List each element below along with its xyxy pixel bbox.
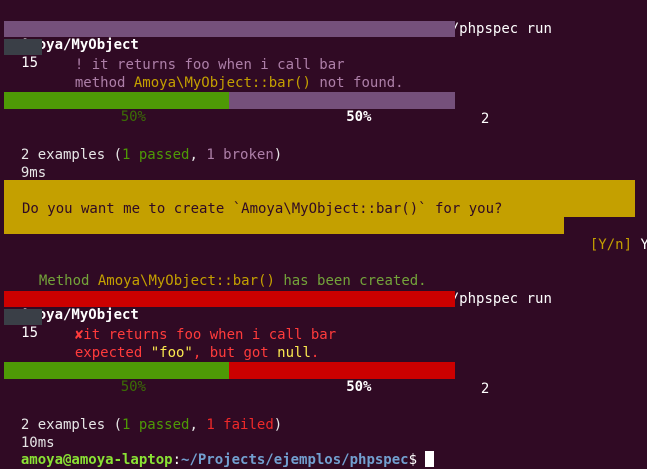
progress-count: 2: [480, 381, 490, 397]
line-number-badge: 15: [4, 309, 42, 341]
prompt-choices: [Y/n]: [589, 237, 633, 253]
error-message: expected "foo", but got null.: [74, 345, 320, 361]
spec-header-failed: Amoya/MyObject: [4, 291, 455, 323]
progress-broken: 50%: [229, 92, 455, 125]
summary-failed: 1 failed: [206, 417, 274, 433]
method-created-message: Method Amoya\MyObject::bar() has been cr…: [38, 273, 427, 289]
command-line-1: amoya@amoya-laptop:~/Projects/ejemplos/p…: [4, 2, 552, 37]
summary-line: 2 examples (1 passed, 1 broken): [20, 147, 283, 163]
actual-value: null: [277, 345, 311, 361]
prompt-answer-line: [Y/n] Y: [573, 218, 647, 253]
terminal-cursor[interactable]: [425, 451, 435, 467]
summary-passed: 1 passed: [122, 417, 190, 433]
line-number-badge: 15: [4, 39, 42, 71]
example-result-line: ✘it returns foo when i call bar: [58, 308, 336, 343]
summary-passed: 1 passed: [122, 147, 190, 163]
summary-line: 2 examples (1 passed, 1 failed): [20, 417, 283, 433]
progress-bar: 50% 50%: [4, 362, 455, 395]
progress-passed: 50%: [4, 362, 229, 395]
spec-header-broken: Amoya/MyObject: [4, 21, 455, 53]
create-method-prompt: Do you want me to create `Amoya\MyObject…: [4, 180, 635, 234]
example-result-line: ! it returns foo when i call bar: [58, 38, 345, 73]
summary-broken: 1 broken: [206, 147, 274, 163]
command-line-2: amoya@amoya-laptop:~/Projects/ejemplos/p…: [21, 291, 552, 307]
method-name: Amoya\MyObject::bar(): [133, 75, 311, 91]
error-message: method Amoya\MyObject::bar() not found.: [74, 75, 404, 91]
progress-failed: 50%: [229, 362, 455, 395]
expected-value: "foo": [150, 345, 193, 361]
progress-count: 2: [480, 111, 490, 127]
prompt-question: Do you want me to create `Amoya\MyObject…: [22, 201, 503, 217]
progress-bar: 50% 50%: [4, 92, 455, 125]
prompt-answer[interactable]: Y: [640, 237, 647, 253]
progress-passed: 50%: [4, 92, 229, 125]
command-line-3[interactable]: amoya@amoya-laptop:~/Projects/ejemplos/p…: [4, 433, 435, 468]
elapsed-time: 10ms: [20, 435, 55, 451]
elapsed-time: 9ms: [20, 165, 47, 181]
